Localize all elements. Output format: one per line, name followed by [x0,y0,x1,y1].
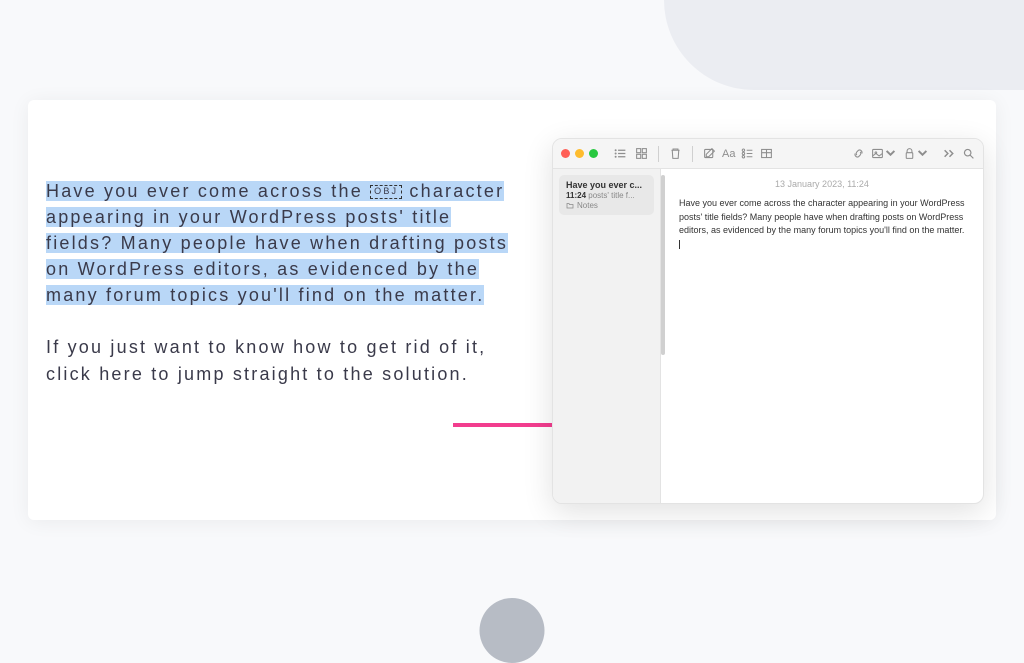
window-controls [561,149,598,158]
note-preview: posts' title f... [588,191,634,200]
note-date: 13 January 2023, 11:24 [679,179,965,189]
search-icon[interactable] [962,147,975,160]
scrollbar[interactable] [661,175,665,355]
highlighted-text-1: Have you ever come across the [46,181,370,201]
bottom-decor [480,598,545,663]
notes-body: Have you ever c... 11:24 posts' title f.… [553,169,983,503]
maximize-button[interactable] [589,149,598,158]
notes-app-window: Aa Have you ever c... 11:24 posts' title… [552,138,984,504]
media-icon[interactable] [871,147,884,160]
text-cursor [679,240,680,249]
note-title: Have you ever c... [566,180,647,190]
table-icon[interactable] [760,147,773,160]
plain-paragraph: If you just want to know how to get rid … [46,334,511,386]
notes-editor[interactable]: 13 January 2023, 11:24 Have you ever com… [661,169,983,503]
note-folder: Notes [566,201,647,210]
note-folder-label: Notes [577,201,598,210]
notes-toolbar: Aa [553,139,983,169]
bg-decor [664,0,1024,90]
note-time: 11:24 [566,191,586,200]
compose-icon[interactable] [703,147,716,160]
main-card: Have you ever come across the OBJ charac… [28,100,996,520]
list-view-icon[interactable] [614,147,627,160]
trash-icon[interactable] [669,147,682,160]
media-chevron-icon[interactable] [884,147,897,160]
minimize-button[interactable] [575,149,584,158]
lock-chevron-icon[interactable] [916,147,929,160]
link-icon[interactable] [852,147,865,160]
format-icon[interactable]: Aa [722,148,735,160]
obj-char-icon: OBJ [370,185,402,199]
notes-sidebar: Have you ever c... 11:24 posts' title f.… [553,169,661,503]
view-controls [614,147,648,160]
note-meta: 11:24 posts' title f... [566,191,647,200]
checklist-icon[interactable] [741,147,754,160]
folder-icon [566,202,574,209]
lock-icon[interactable] [903,147,916,160]
note-list-item[interactable]: Have you ever c... 11:24 posts' title f.… [559,175,654,215]
highlighted-paragraph[interactable]: Have you ever come across the OBJ charac… [46,178,511,308]
source-text-block: Have you ever come across the OBJ charac… [46,178,511,387]
grid-view-icon[interactable] [635,147,648,160]
close-button[interactable] [561,149,570,158]
more-icon[interactable] [943,147,956,160]
note-body-text: Have you ever come across the character … [679,197,965,251]
